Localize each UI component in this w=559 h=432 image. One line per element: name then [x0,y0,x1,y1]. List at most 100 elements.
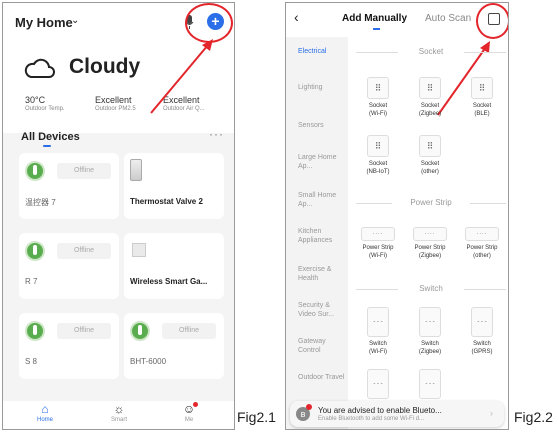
sidebar-item-gateway[interactable]: Gateway Control [298,337,346,355]
sidebar-item-large-home[interactable]: Large Home Ap... [298,153,346,171]
figure-label: Fig2.2 [514,409,553,425]
device-label: Switch (GPRS) [460,340,504,356]
divider [470,203,506,204]
device-name: Thermostat Valve 2 [130,197,203,206]
switch-icon: - - - [367,307,389,337]
label-line: Power Strip [414,245,446,251]
device-label: Socket (NB-IoT) [356,160,400,176]
device-card[interactable]: Offline S 8 [19,313,119,379]
device-strip-wifi[interactable]: ∙∙∙∙ Power Strip (Wi-Fi) [356,227,400,260]
device-socket-other[interactable]: ⠿ Socket (other) [408,135,452,176]
label-line: (Wi-Fi) [369,349,387,355]
label-line: Socket [420,103,440,109]
power-strip-icon: ∙∙∙∙ [413,227,447,241]
device-switch-zigbee[interactable]: - - - Switch (Zigbee) [408,307,452,356]
banner-title: You are advised to enable Blueto... [318,406,442,415]
sidebar-item-small-home[interactable]: Small Home Ap... [298,191,346,209]
device-card[interactable]: Thermostat Valve 2 [124,153,224,219]
bluetooth-banner[interactable]: ʙ You are advised to enable Blueto... En… [290,401,504,427]
device-card[interactable]: Offline 温控器 7 [19,153,119,219]
label-line: (other) [473,253,491,259]
socket-icon: ⠿ [419,77,441,99]
device-socket-zigbee[interactable]: ⠿ Socket (Zigbee) [408,77,452,118]
label-line: Socket [368,161,388,167]
device-strip-other[interactable]: ∙∙∙∙ Power Strip (other) [460,227,504,260]
device-socket-nbiot[interactable]: ⠿ Socket (NB-IoT) [356,135,400,176]
section-socket: Socket [356,47,506,59]
power-strip-icon: ∙∙∙∙ [361,227,395,241]
all-devices-heading[interactable]: All Devices [21,131,80,143]
device-label: Socket (Zigbee) [408,102,452,118]
device-socket-wifi[interactable]: ⠿ Socket (Wi-Fi) [356,77,400,118]
sun-icon: ☼ [113,402,125,416]
device-socket-ble[interactable]: ⠿ Socket (BLE) [460,77,504,118]
label-line: Socket [472,103,492,109]
device-card[interactable]: Offline BHT-6000 [124,313,224,379]
label-line: (GPRS) [471,349,493,355]
tab-smart[interactable]: ☼ Smart [99,401,139,423]
device-card[interactable]: Wireless Smart Ga... [124,233,224,299]
device-switch-more[interactable]: - - - [408,369,452,399]
tab-me[interactable]: ☺ Me [169,401,209,423]
user-icon: ☺ [182,402,196,416]
tab-me-label: Me [184,417,194,423]
label-line: Socket [368,103,388,109]
label-line: (Zigbee) [418,253,442,259]
thermometer-icon [25,241,45,261]
house-icon: ⌂ [41,402,49,416]
label-line: (Wi-Fi) [369,253,387,259]
label-line: (Zigbee) [418,111,442,117]
status-badge: Offline [57,243,111,259]
label-line: Switch [421,341,439,347]
device-label: Power Strip (other) [460,244,504,260]
gateway-icon [132,243,146,257]
figure-label: Fig2.1 [237,409,276,425]
section-switch: Switch [356,284,506,296]
thermometer-icon [130,321,150,341]
label-line: (other) [421,169,439,175]
device-strip-zigbee[interactable]: ∙∙∙∙ Power Strip (Zigbee) [408,227,452,260]
banner-subtitle: Enable Bluetooth to add some Wi-Fi d... [318,416,425,422]
socket-icon: ⠿ [471,77,493,99]
device-label: Switch (Wi-Fi) [356,340,400,356]
notification-dot [193,402,198,407]
tab-home-label: Home [36,417,53,423]
section-power-strip: Power Strip [356,198,506,210]
sidebar-item-security[interactable]: Security & Video Sur... [298,301,346,319]
divider [464,52,506,53]
device-name: 温控器 7 [25,198,56,207]
device-switch-more[interactable]: - - - [356,369,400,399]
device-name: R 7 [25,277,38,286]
socket-icon: ⠿ [367,135,389,157]
thermometer-icon [25,161,45,181]
device-label: Socket (Wi-Fi) [356,102,400,118]
arrow-annotation [150,39,213,114]
device-label: Socket (other) [408,160,452,176]
status-badge: Offline [57,323,111,339]
device-name: S 8 [25,357,38,366]
label-line: Socket [420,161,440,167]
device-name: BHT-6000 [130,357,167,366]
power-strip-icon: ∙∙∙∙ [465,227,499,241]
status-badge: Offline [57,163,111,179]
divider [464,289,506,290]
status-badge: Offline [162,323,216,339]
device-switch-gprs[interactable]: - - - Switch (GPRS) [460,307,504,356]
tab-home[interactable]: ⌂ Home [25,401,65,423]
switch-icon: - - - [419,369,441,399]
section-underline [43,145,51,147]
device-label: Power Strip (Wi-Fi) [356,244,400,260]
device-switch-wifi[interactable]: - - - Switch (Wi-Fi) [356,307,400,356]
label-line: (Wi-Fi) [369,111,387,117]
socket-icon: ⠿ [419,135,441,157]
switch-icon: - - - [367,369,389,399]
bottom-tab-bar: ⌂ Home ☼ Smart ☺ Me [3,401,234,429]
label-line: (NB-IoT) [366,169,390,175]
chevron-right-icon[interactable]: › [490,408,493,418]
sidebar-item-outdoor[interactable]: Outdoor Travel [298,373,346,382]
more-icon[interactable]: ··· [209,127,224,141]
sidebar-item-exercise[interactable]: Exercise & Health [298,265,346,283]
sidebar-item-kitchen[interactable]: Kitchen Appliances [298,227,346,245]
label-line: Switch [369,341,387,347]
device-card[interactable]: Offline R 7 [19,233,119,299]
